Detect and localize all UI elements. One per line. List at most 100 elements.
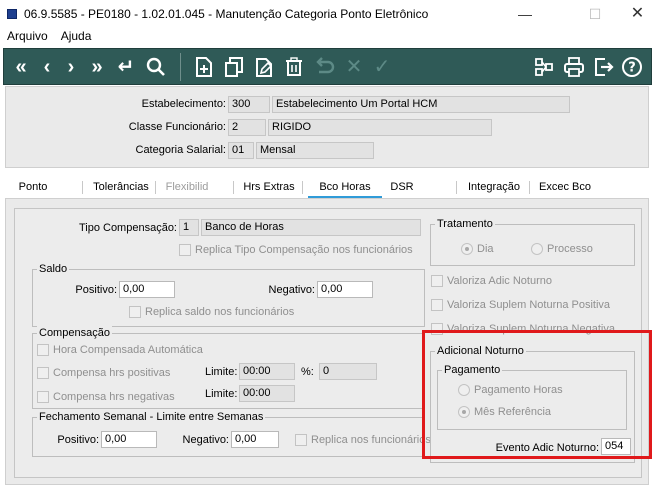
tipo-compensacao-label: Tipo Compensação:: [78, 222, 177, 234]
query-icon[interactable]: [532, 55, 556, 79]
undo-icon[interactable]: [312, 55, 336, 79]
compensa-negativas-checkbox[interactable]: [37, 391, 49, 403]
menu-arquivo[interactable]: Arquivo: [0, 28, 54, 46]
fechamento-positivo-field[interactable]: 0,00: [101, 431, 157, 448]
estabelecimento-name-field: Estabelecimento Um Portal HCM: [272, 96, 570, 113]
classe-code-field[interactable]: 2: [228, 119, 266, 136]
hora-automatica-label: Hora Compensada Automática: [53, 344, 203, 356]
delete-icon[interactable]: [282, 55, 306, 79]
first-record-icon[interactable]: «: [10, 55, 32, 79]
maximize-button[interactable]: ☐: [572, 2, 618, 26]
hora-automatica-checkbox[interactable]: [37, 344, 49, 356]
valoriza-adic-noturno-checkbox[interactable]: [431, 275, 443, 287]
tab-flexibilid[interactable]: Flexibilid: [161, 178, 213, 198]
saldo-positivo-field[interactable]: 0,00: [119, 281, 175, 298]
percent-field[interactable]: 0: [319, 363, 377, 380]
tratamento-group: Tratamento Dia Processo: [430, 217, 635, 266]
compensacao-title: Compensação: [37, 326, 112, 340]
fechamento-negativo-label: Negativo:: [182, 434, 229, 446]
limite-negativas-field[interactable]: 00:00: [239, 385, 295, 402]
goto-icon[interactable]: ↵: [114, 55, 138, 79]
cancel-icon[interactable]: ✕: [342, 55, 366, 79]
limite-negativas-label: Limite:: [205, 388, 238, 400]
classe-name-field: RIGIDO: [268, 119, 492, 136]
exit-icon[interactable]: [592, 55, 616, 79]
tab-ponto[interactable]: Ponto: [13, 178, 53, 198]
replica-tipo-checkbox[interactable]: [179, 244, 191, 256]
replica-saldo-checkbox[interactable]: [129, 306, 141, 318]
tab-dsr[interactable]: DSR: [388, 178, 416, 198]
close-button[interactable]: ✕: [618, 2, 657, 26]
menu-bar: Arquivo Ajuda: [0, 28, 657, 46]
tab-strip: Ponto Tolerâncias Flexibilid Hrs Extras …: [5, 174, 649, 198]
fechamento-title: Fechamento Semanal - Limite entre Semana…: [37, 410, 266, 424]
percent-label: %:: [301, 366, 314, 378]
compensa-positivas-checkbox[interactable]: [37, 367, 49, 379]
edit-icon[interactable]: [252, 55, 276, 79]
tipo-compensacao-name-field: Banco de Horas: [201, 219, 421, 236]
saldo-negativo-label: Negativo:: [268, 284, 315, 296]
compensa-negativas-label: Compensa hrs negativas: [53, 391, 175, 403]
saldo-title: Saldo: [37, 262, 70, 276]
tab-divider: [233, 181, 234, 194]
estabelecimento-code-field[interactable]: 300: [228, 96, 270, 113]
last-record-icon[interactable]: »: [86, 55, 108, 79]
saldo-positivo-label: Positivo:: [75, 284, 117, 296]
toolbar-separator: [180, 53, 181, 81]
tab-hrs-extras[interactable]: Hrs Extras: [239, 178, 299, 198]
confirm-icon[interactable]: ✓: [370, 55, 394, 79]
limite-positivas-field[interactable]: 00:00: [239, 363, 295, 380]
header-panel: Estabelecimento: 300 Estabelecimento Um …: [5, 86, 649, 168]
fechamento-negativo-field[interactable]: 0,00: [231, 431, 279, 448]
categoria-code-field[interactable]: 01: [228, 142, 254, 159]
copy-icon[interactable]: [222, 55, 246, 79]
tratamento-title: Tratamento: [435, 217, 495, 231]
processo-label: Processo: [547, 243, 593, 255]
highlight-annotation: [422, 330, 652, 459]
compensa-positivas-label: Compensa hrs positivas: [53, 367, 171, 379]
classe-label: Classe Funcionário:: [128, 121, 226, 133]
tab-divider: [82, 181, 83, 194]
categoria-label: Categoria Salarial:: [135, 144, 227, 156]
print-icon[interactable]: [562, 55, 586, 79]
tab-divider: [155, 181, 156, 194]
tab-divider: [529, 181, 530, 194]
tipo-compensacao-code-field[interactable]: 1: [179, 219, 199, 236]
estabelecimento-label: Estabelecimento:: [141, 98, 226, 110]
previous-record-icon[interactable]: ‹: [38, 55, 56, 79]
replica-fechamento-label: Replica nos funcionários: [311, 434, 431, 446]
replica-saldo-label: Replica saldo nos funcionários: [145, 306, 295, 318]
tab-divider: [456, 181, 457, 194]
tab-excec-bco[interactable]: Excec Bco: [535, 178, 595, 198]
tab-tolerancias[interactable]: Tolerâncias: [89, 178, 153, 198]
next-record-icon[interactable]: ›: [62, 55, 80, 79]
title-bar: 06.9.5585 - PE0180 - 1.02.01.045 - Manut…: [0, 0, 657, 28]
categoria-name-field: Mensal: [256, 142, 374, 159]
valoriza-adic-noturno-label: Valoriza Adic Noturno: [447, 275, 552, 287]
replica-fechamento-checkbox[interactable]: [295, 434, 307, 446]
compensacao-group: Compensação Hora Compensada Automática C…: [32, 326, 425, 409]
svg-text:?: ?: [628, 61, 636, 76]
toolbar: « ‹ › » ↵ ✕ ✓ ?: [3, 48, 652, 85]
window-title: 06.9.5585 - PE0180 - 1.02.01.045 - Manut…: [24, 7, 429, 21]
menu-ajuda[interactable]: Ajuda: [54, 28, 98, 46]
fechamento-group: Fechamento Semanal - Limite entre Semana…: [32, 410, 431, 457]
add-icon[interactable]: [192, 55, 216, 79]
saldo-group: Saldo Positivo: 0,00 Negativo: 0,00 Repl…: [32, 262, 425, 327]
tab-integracao[interactable]: Integração: [463, 178, 525, 198]
valoriza-suplem-positiva-checkbox[interactable]: [431, 299, 443, 311]
processo-radio[interactable]: [531, 243, 543, 255]
tab-bco-horas[interactable]: Bco Horas: [308, 178, 382, 198]
search-icon[interactable]: [144, 55, 168, 79]
replica-tipo-label: Replica Tipo Compensação nos funcionário…: [195, 244, 413, 256]
valoriza-suplem-positiva-label: Valoriza Suplem Noturna Positiva: [447, 299, 611, 311]
tab-divider: [302, 181, 303, 194]
app-icon: [7, 9, 17, 19]
dia-label: Dia: [477, 243, 494, 255]
limite-positivas-label: Limite:: [205, 366, 238, 378]
fechamento-positivo-label: Positivo:: [57, 434, 99, 446]
help-icon[interactable]: ?: [620, 55, 644, 79]
dia-radio[interactable]: [461, 243, 473, 255]
saldo-negativo-field[interactable]: 0,00: [317, 281, 373, 298]
minimize-button[interactable]: —: [502, 2, 548, 26]
